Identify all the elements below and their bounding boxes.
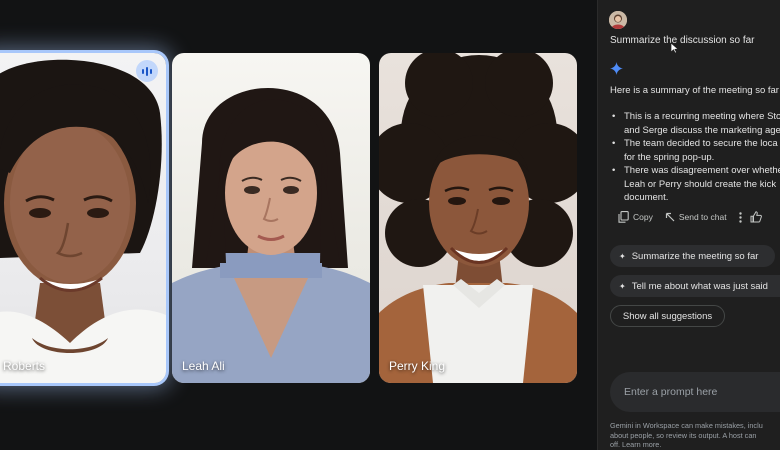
send-to-chat-label: Send to chat [678,212,727,222]
speaking-indicator-icon [136,60,158,82]
summary-bullet: There was disagreement over whethe Leah … [610,164,780,205]
participant-name: Leah Ali [182,359,225,373]
copy-icon [618,211,629,223]
learn-more-link[interactable]: off. Learn more. [610,440,780,450]
thumb-up-icon [750,211,762,223]
participant-video-roberts [0,59,166,383]
participant-tile-perry-king[interactable]: Perry King [379,53,577,383]
gemini-spark-icon [610,62,623,75]
copy-button-label: Copy [633,212,653,222]
video-stage: Roberts Leah Ali Perry King [0,0,597,450]
send-to-chat-icon [665,212,675,222]
participant-tile-roberts[interactable]: Roberts [0,53,166,383]
suggestion-chip-label: Tell me about what was just said [631,280,768,292]
user-prompt-message: Summarize the discussion so far [610,35,755,46]
suggestion-chip-label: Summarize the meeting so far [631,250,759,262]
prompt-input-container[interactable] [610,372,780,412]
prompt-input[interactable] [624,386,780,398]
participant-video-leah-ali [172,88,370,383]
participant-tile-leah-ali[interactable]: Leah Ali [172,53,370,383]
copy-button[interactable]: Copy [618,211,653,223]
thumb-up-button[interactable] [750,211,762,223]
summary-bullet: This is a recurring meeting where Sto an… [610,110,780,137]
mouse-cursor-icon [670,42,679,54]
participant-name: Perry King [389,359,446,373]
sparkle-icon: ✦ [619,281,626,291]
more-vert-icon [738,211,742,223]
gemini-disclaimer: Gemini in Workspace can make mistakes, i… [610,421,780,450]
participant-video-perry-king [379,53,577,383]
gemini-response-intro: Here is a summary of the meeting so far [610,85,779,96]
response-action-bar: Copy Send to chat [618,211,774,223]
sparkle-icon: ✦ [619,251,626,261]
user-avatar [609,11,627,29]
suggestion-chip-summarize[interactable]: ✦ Summarize the meeting so far [610,245,775,267]
gemini-side-panel: Summarize the discussion so far Here is … [597,0,780,450]
send-to-chat-button[interactable]: Send to chat [665,212,727,222]
summary-bullet: The team decided to secure the loca for … [610,137,780,164]
more-options-button[interactable] [738,211,742,223]
summary-bullet-list: This is a recurring meeting where Sto an… [610,110,780,205]
suggestion-chip-just-said[interactable]: ✦ Tell me about what was just said [610,275,780,297]
show-all-suggestions-button[interactable]: Show all suggestions [610,305,725,327]
participant-name: Roberts [3,359,46,373]
